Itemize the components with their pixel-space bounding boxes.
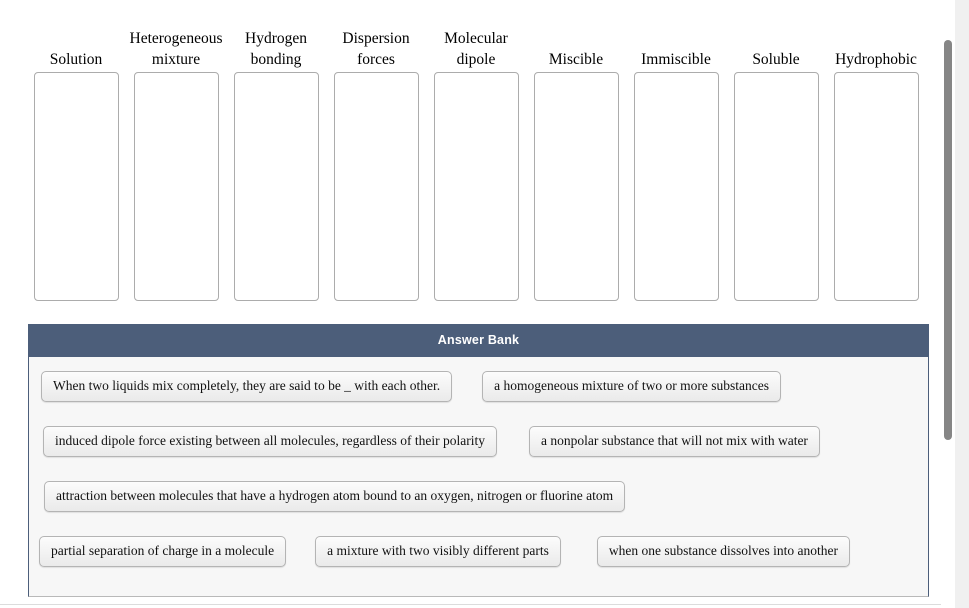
answer-bank-row: attraction between molecules that have a… [39, 481, 918, 512]
drop-zone-immiscible[interactable] [633, 72, 719, 301]
column-header-miscible: Miscible [548, 51, 604, 68]
content-bottom-edge [0, 604, 945, 608]
drop-zone-cell-immiscible [626, 72, 726, 301]
column-header-molecular-dipole: Molecular dipole [444, 30, 508, 68]
drop-zone-hydrophobic[interactable] [833, 72, 919, 301]
drop-zone-cell-solution [26, 72, 126, 301]
answer-bank-title: Answer Bank [28, 324, 929, 357]
drop-zone-cell-heterogeneous-mixture [126, 72, 226, 301]
answer-bank-row: induced dipole force existing between al… [39, 426, 918, 457]
drop-zone-cell-hydrophobic [826, 72, 926, 301]
answer-bank: Answer Bank When two liquids mix complet… [28, 324, 929, 597]
answer-tile-solution-definition[interactable]: a homogeneous mixture of two or more sub… [482, 371, 781, 402]
answer-tile-miscible-definition[interactable]: When two liquids mix completely, they ar… [41, 371, 453, 402]
drop-zone-solution[interactable] [33, 72, 119, 301]
column-header-row: Solution Heterogeneous mixture Hydrogen … [26, 12, 931, 70]
answer-tile-hydrogen-bonding-definition[interactable]: attraction between molecules that have a… [44, 481, 626, 512]
drop-zone-cell-miscible [526, 72, 626, 301]
answer-bank-body: When two liquids mix completely, they ar… [28, 357, 929, 597]
drop-zone-soluble[interactable] [733, 72, 819, 301]
drop-zone-cell-hydrogen-bonding [226, 72, 326, 301]
drop-zone-hydrogen-bonding[interactable] [233, 72, 319, 301]
scroll-viewport: Solution Heterogeneous mixture Hydrogen … [0, 0, 945, 608]
answer-tile-molecular-dipole-definition[interactable]: partial separation of charge in a molecu… [39, 536, 287, 567]
answer-tile-hydrophobic-definition[interactable]: a nonpolar substance that will not mix w… [528, 426, 820, 457]
vertical-scrollbar-thumb[interactable] [944, 40, 952, 440]
column-header-hydrophobic: Hydrophobic [835, 51, 917, 68]
drop-zone-row [26, 72, 931, 301]
column-header-soluble: Soluble [752, 51, 800, 68]
drop-zone-dispersion-forces[interactable] [333, 72, 419, 301]
drop-zone-cell-molecular-dipole [426, 72, 526, 301]
answer-bank-row: partial separation of charge in a molecu… [39, 536, 918, 567]
answer-tile-heterogeneous-mixture-definition[interactable]: a mixture with two visibly different par… [315, 536, 561, 567]
drop-zone-miscible[interactable] [533, 72, 619, 301]
page-right-gutter [954, 0, 969, 608]
drop-zone-molecular-dipole[interactable] [433, 72, 519, 301]
column-header-dispersion-forces: Dispersion forces [342, 30, 410, 68]
column-header-heterogeneous-mixture: Heterogeneous mixture [129, 30, 223, 68]
drop-zone-cell-soluble [726, 72, 826, 301]
answer-tile-dispersion-forces-definition[interactable]: induced dipole force existing between al… [43, 426, 497, 457]
drop-zone-heterogeneous-mixture[interactable] [133, 72, 219, 301]
answer-tile-soluble-definition[interactable]: when one substance dissolves into anothe… [596, 536, 850, 567]
column-header-hydrogen-bonding: Hydrogen bonding [245, 30, 307, 68]
drop-zone-cell-dispersion-forces [326, 72, 426, 301]
vertical-scrollbar-track[interactable] [941, 0, 955, 608]
answer-bank-row: When two liquids mix completely, they ar… [39, 371, 918, 402]
column-header-solution: Solution [49, 51, 103, 68]
column-header-immiscible: Immiscible [641, 51, 711, 68]
matching-columns-area: Solution Heterogeneous mixture Hydrogen … [26, 12, 931, 301]
